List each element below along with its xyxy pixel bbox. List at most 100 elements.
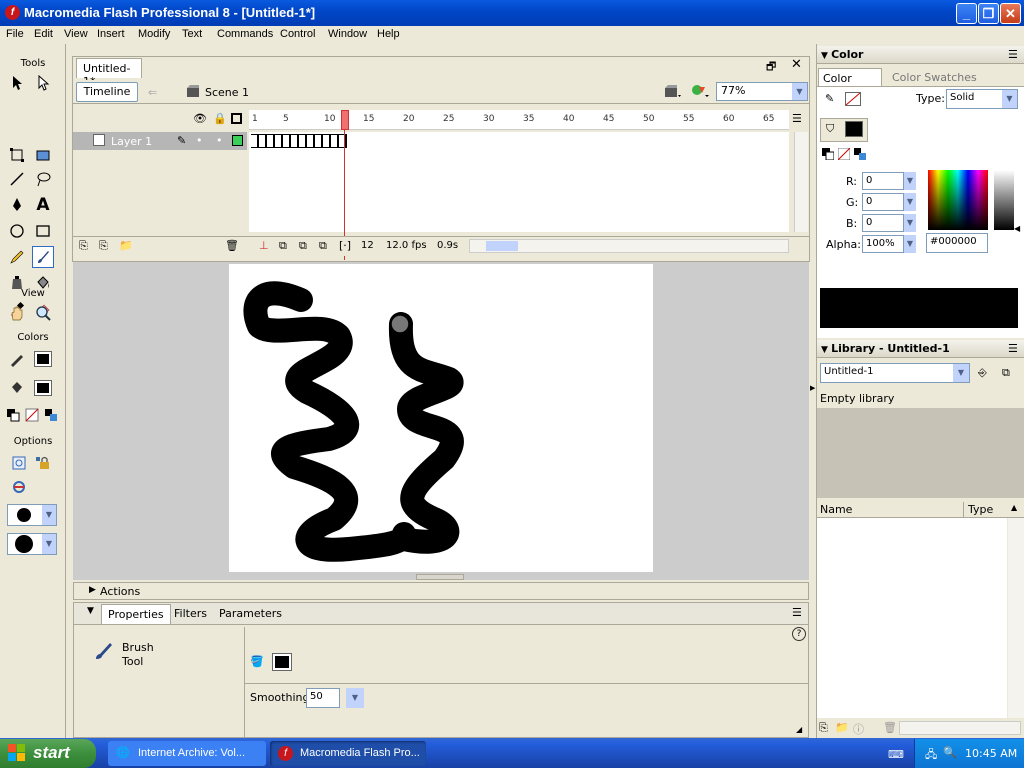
library-list[interactable] [817, 518, 1007, 718]
layer-row[interactable]: Layer 1 ✎ • • [73, 132, 247, 150]
restore-doc-icon[interactable]: 🗗 [766, 58, 776, 77]
eye-icon[interactable]: 👁 [193, 112, 207, 125]
new-library-panel-icon[interactable]: ⧉ [1002, 366, 1010, 380]
layer-frames[interactable] [249, 132, 789, 150]
library-hscroll[interactable] [899, 721, 1021, 735]
color-panel-header[interactable]: ▼ Color [817, 46, 1024, 64]
hand-tool-icon[interactable] [6, 302, 28, 324]
menu-view[interactable]: View [64, 28, 88, 40]
subselection-tool-icon[interactable] [32, 72, 54, 94]
sort-arrow-icon[interactable]: ▲ [1011, 503, 1017, 512]
smoothing-input[interactable]: 50 [306, 688, 340, 708]
onion-outline-icon[interactable]: ⧉ [299, 239, 307, 253]
center-frame-icon[interactable]: ⊥ [259, 239, 269, 252]
smoothing-dropdown-icon[interactable]: ▼ [346, 688, 364, 708]
edit-scene-icon[interactable] [664, 83, 682, 102]
col-name[interactable]: Name [820, 503, 852, 516]
task-flash[interactable]: f Macromedia Flash Pro... [270, 741, 426, 766]
close-doc-icon[interactable]: ✕ [791, 57, 802, 72]
close-button[interactable]: ✕ [1000, 3, 1021, 24]
selection-tool-icon[interactable] [6, 72, 28, 94]
pin-library-icon[interactable]: ⎆ [978, 366, 987, 380]
lock-icon[interactable]: 🔒 [213, 112, 227, 125]
stroke-none-swatch[interactable] [845, 92, 861, 106]
start-button[interactable]: start [0, 739, 96, 768]
brush-size-dropdown[interactable]: ▼ [7, 504, 57, 526]
stage[interactable] [229, 264, 653, 572]
brush-shape-dropdown[interactable]: ▼ [7, 533, 57, 555]
brush-mode-icon[interactable] [8, 476, 30, 498]
actions-panel-header[interactable]: ▶ Actions [73, 582, 809, 600]
outline-icon[interactable] [231, 113, 242, 124]
fill-mini-swatch[interactable] [845, 121, 863, 137]
lasso-tool-icon[interactable] [32, 168, 54, 190]
timeline-hscroll[interactable] [469, 239, 789, 253]
menu-insert[interactable]: Insert [97, 28, 125, 40]
menu-window[interactable]: Window [328, 28, 367, 40]
playhead[interactable] [341, 110, 349, 130]
brush-tool-icon[interactable] [32, 246, 54, 268]
lock-dot-icon[interactable]: • [216, 134, 223, 147]
pencil-tool-icon[interactable] [6, 246, 28, 268]
oval-tool-icon[interactable] [6, 220, 28, 242]
text-tool-icon[interactable]: A [32, 194, 54, 216]
edit-symbols-icon[interactable] [690, 83, 710, 102]
b-dropdown-icon[interactable]: ▼ [904, 214, 916, 232]
menu-text[interactable]: Text [182, 28, 202, 40]
tab-filters[interactable]: Filters [168, 604, 213, 624]
b-input[interactable]: 0 [862, 214, 904, 232]
brush-stroke-drawing[interactable] [229, 264, 653, 572]
r-dropdown-icon[interactable]: ▼ [904, 172, 916, 190]
properties-menu-icon[interactable]: ☰ [792, 606, 802, 619]
tab-color-swatches[interactable]: Color Swatches [892, 71, 977, 84]
timeline-vscroll[interactable] [794, 132, 808, 232]
edit-multiple-frames-icon[interactable]: ⧉ [319, 239, 327, 253]
outline-color-icon[interactable] [232, 135, 243, 146]
collapse-panel-arrow-icon[interactable]: ▶ [810, 384, 816, 406]
menu-modify[interactable]: Modify [138, 28, 170, 40]
restore-button[interactable]: ❐ [978, 3, 999, 24]
menu-control[interactable]: Control [280, 28, 315, 40]
tab-color-mixer[interactable]: Color Mixer [818, 68, 882, 98]
onion-skin-icon[interactable]: ⧉ [279, 239, 287, 253]
document-tab[interactable]: Untitled-1* [76, 58, 142, 88]
zoom-tool-icon[interactable] [32, 302, 54, 324]
scroll-thumb[interactable] [486, 241, 518, 251]
tab-parameters[interactable]: Parameters [213, 604, 288, 624]
library-vscroll[interactable] [1008, 518, 1024, 718]
no-color-mini-icon[interactable] [837, 147, 851, 163]
zoom-dropdown[interactable]: 77% ▼ [716, 82, 808, 101]
resize-grip-icon[interactable]: ◢ [796, 725, 802, 734]
help-icon[interactable]: ? [792, 627, 806, 641]
new-folder-icon[interactable]: 📁 [835, 721, 849, 734]
swap-mini-icon[interactable] [854, 148, 866, 163]
delete-layer-icon[interactable]: 🗑 [225, 239, 239, 252]
fill-color-picker[interactable] [272, 653, 292, 671]
fill-color-swatch[interactable] [32, 377, 54, 399]
visible-dot-icon[interactable]: • [196, 134, 203, 147]
properties-icon[interactable]: ⓘ [853, 721, 864, 737]
network-icon[interactable]: 🖧 [925, 746, 937, 765]
object-drawing-icon[interactable] [8, 452, 30, 474]
add-motion-guide-icon[interactable]: ⎘ [99, 239, 108, 253]
black-white-mini-icon[interactable] [822, 148, 835, 163]
library-panel-header[interactable]: ▼ Library - Untitled-1 [817, 340, 1024, 358]
delete-icon[interactable]: 🗑 [883, 721, 897, 734]
search-icon[interactable]: 🔍 [943, 746, 957, 759]
rectangle-tool-icon[interactable] [32, 220, 54, 242]
tab-properties[interactable]: Properties [101, 604, 171, 624]
g-input[interactable]: 0 [862, 193, 904, 211]
alpha-dropdown-icon[interactable]: ▼ [904, 235, 916, 253]
new-symbol-icon[interactable]: ⎘ [819, 721, 828, 735]
collapse-arrow-icon[interactable]: ▼ [87, 606, 94, 616]
task-internet-archive[interactable]: 🌐 Internet Archive: Vol... [108, 741, 266, 766]
library-select[interactable]: Untitled-1 [820, 363, 970, 383]
insert-folder-icon[interactable]: 📁 [119, 239, 133, 252]
color-panel-menu-icon[interactable]: ☰ [1008, 48, 1018, 61]
insert-layer-icon[interactable]: ⎘ [79, 239, 88, 253]
free-transform-tool-icon[interactable] [6, 144, 28, 166]
menu-file[interactable]: File [6, 28, 24, 40]
pen-tool-icon[interactable] [6, 194, 28, 216]
col-type[interactable]: Type [968, 503, 993, 516]
back-arrow-icon[interactable]: ⇐ [148, 86, 157, 99]
